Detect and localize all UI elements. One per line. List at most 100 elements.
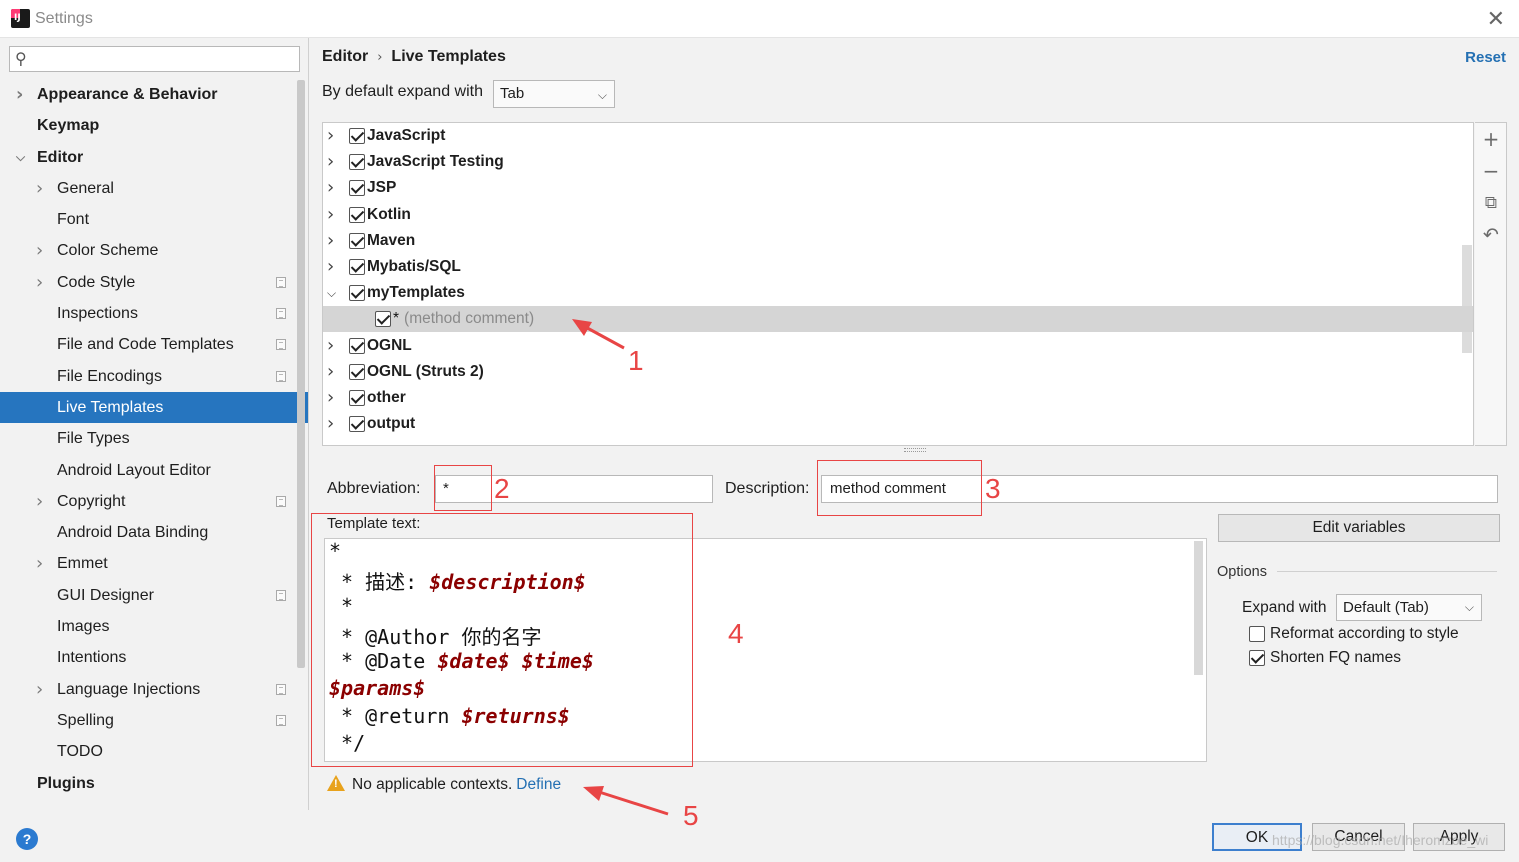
annotation-arrow-5 [583,786,669,816]
template-group-name: JavaScript [367,127,446,144]
chevron-down-icon: ⌵ [1464,600,1474,614]
chevron-right-icon[interactable]: › [327,385,334,411]
project-settings-icon [276,370,286,382]
sidebar-item-color-scheme[interactable]: › Color Scheme [0,235,308,266]
restore-icon[interactable]: ↶ [1481,225,1501,245]
template-item-row[interactable]: * (method comment) [323,306,1473,333]
remove-icon[interactable]: − [1481,161,1501,181]
chevron-down-icon[interactable]: ⌵ [327,280,336,306]
template-group-row[interactable]: › other [323,385,1473,411]
chevron-right-icon[interactable]: › [327,149,334,175]
sidebar-item-font[interactable]: Font [0,204,308,235]
sidebar-item-general[interactable]: › General [0,173,308,204]
group-checkbox[interactable] [349,416,365,433]
reset-link[interactable]: Reset [1465,49,1506,66]
sidebar-item-editor[interactable]: ⌵ Editor [0,142,308,173]
sidebar-item-spelling[interactable]: Spelling [0,705,308,736]
group-checkbox[interactable] [349,128,365,144]
sidebar-item-android-layout-editor[interactable]: Android Layout Editor [0,455,308,486]
shorten-fq-checkbox[interactable] [1249,650,1265,666]
template-editor-scrollbar[interactable] [1194,541,1203,675]
template-group-row[interactable]: › Mybatis/SQL [323,254,1473,280]
close-icon[interactable]: ✕ [1487,7,1505,32]
group-checkbox[interactable] [349,180,365,197]
sidebar-item-label: Appearance & Behavior [37,86,218,103]
expand-with-select[interactable]: Default (Tab) ⌵ [1336,594,1482,621]
group-checkbox[interactable] [349,259,365,275]
sidebar-item-file-encodings[interactable]: File Encodings [0,361,308,392]
warning-icon [327,775,345,791]
copy-icon[interactable]: ⧉ [1481,193,1501,213]
chevron-right-icon[interactable]: › [16,79,30,110]
edit-variables-button[interactable]: Edit variables [1218,514,1500,542]
default-expand-select[interactable]: Tab ⌵ [493,80,615,108]
sidebar-item-plugins[interactable]: Plugins [0,768,308,799]
sidebar-item-label: Keymap [37,117,100,135]
breadcrumb-editor[interactable]: Editor [322,48,368,65]
template-group-row[interactable]: › JSP [323,175,1473,201]
search-input[interactable] [36,49,296,69]
define-context-link[interactable]: Define [516,776,561,793]
template-group-row[interactable]: › JavaScript Testing [323,149,1473,175]
sidebar-item-images[interactable]: Images [0,611,308,642]
sidebar-item-inspections[interactable]: Inspections [0,298,308,329]
group-checkbox[interactable] [349,206,365,223]
chevron-right-icon[interactable]: › [36,173,50,204]
template-group-row[interactable]: › OGNL [323,333,1473,359]
template-group-row[interactable]: › JavaScript [323,123,1473,149]
sidebar-item-label: Spelling [57,711,114,729]
sidebar-item-appearance-behavior[interactable]: › Appearance & Behavior [0,79,308,110]
group-checkbox[interactable] [349,337,365,354]
template-group-row[interactable]: ⌵ myTemplates [323,280,1473,306]
group-checkbox[interactable] [349,154,365,171]
group-checkbox[interactable] [349,390,365,406]
help-icon[interactable]: ? [16,828,38,850]
sidebar-item-gui-designer[interactable]: GUI Designer [0,580,308,611]
chevron-right-icon[interactable]: › [327,254,334,280]
chevron-right-icon[interactable]: › [327,359,334,385]
chevron-right-icon[interactable]: › [36,674,50,705]
sidebar-item-language-injections[interactable]: › Language Injections [0,674,308,705]
chevron-right-icon[interactable]: › [36,235,50,266]
project-settings-icon [276,276,286,288]
sidebar-item-todo[interactable]: TODO [0,736,308,767]
add-icon[interactable]: + [1481,129,1501,149]
sidebar-item-android-data-binding[interactable]: Android Data Binding [0,517,308,548]
sidebar-item-intentions[interactable]: Intentions [0,642,308,673]
splitter-handle[interactable] [904,448,926,452]
settings-search-box[interactable]: ⚲ [9,46,300,72]
chevron-down-icon[interactable]: ⌵ [16,142,30,173]
chevron-right-icon[interactable]: › [327,175,334,201]
group-checkbox[interactable] [349,363,365,380]
template-group-row[interactable]: › Kotlin [323,202,1473,228]
template-group-row[interactable]: › Maven [323,228,1473,254]
sidebar-item-emmet[interactable]: › Emmet [0,548,308,579]
reformat-checkbox[interactable] [1249,626,1265,642]
description-label: Description: [725,480,810,497]
template-checkbox[interactable] [375,311,391,328]
sidebar-item-file-types[interactable]: File Types [0,423,308,454]
chevron-right-icon[interactable]: › [327,333,334,359]
warning-text: No applicable contexts. [352,776,513,793]
chevron-right-icon[interactable]: › [36,486,50,517]
settings-nav-tree: › Appearance & Behavior Keymap ⌵ Editor › Gene… [0,79,308,799]
template-group-row[interactable]: › OGNL (Struts 2) [323,359,1473,385]
group-checkbox[interactable] [349,232,365,249]
sidebar-item-keymap[interactable]: Keymap [0,110,308,141]
sidebar-item-code-style[interactable]: › Code Style [0,267,308,298]
template-group-row[interactable]: › output [323,411,1473,437]
chevron-right-icon[interactable]: › [327,411,334,437]
chevron-right-icon[interactable]: › [327,202,334,228]
chevron-right-icon[interactable]: › [36,548,50,579]
sidebar-item-copyright[interactable]: › Copyright [0,486,308,517]
options-divider [1277,571,1497,572]
chevron-right-icon[interactable]: › [36,267,50,298]
sidebar-scrollbar[interactable] [297,80,305,668]
sidebar-item-live-templates[interactable]: Live Templates [0,391,308,424]
group-checkbox[interactable] [349,285,365,302]
chevron-right-icon[interactable]: › [327,228,334,254]
breadcrumb-live-templates: Live Templates [391,48,506,65]
chevron-right-icon[interactable]: › [327,123,334,149]
sidebar-item-file-and-code-templates[interactable]: File and Code Templates [0,329,308,360]
sidebar-item-label: File Encodings [57,367,162,385]
